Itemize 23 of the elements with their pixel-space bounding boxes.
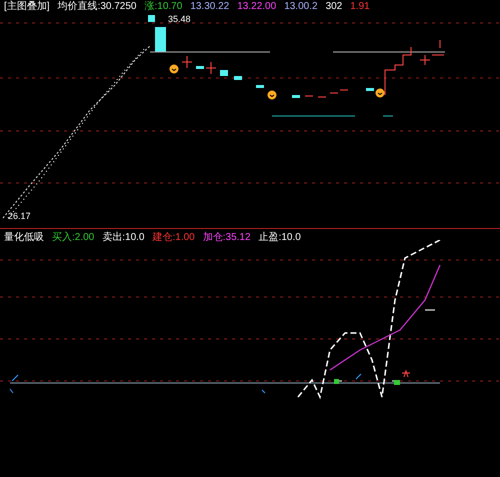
buy-marker: [334, 379, 339, 384]
legend-text: 止盈:10.0: [258, 231, 301, 245]
legend-text: 建仓:1.00: [152, 231, 195, 245]
legend-text: 13.22.00: [237, 0, 276, 14]
legend-text: 13.30.22: [190, 0, 230, 14]
legend-text: [主图叠加]: [4, 0, 50, 14]
sell-marker: [402, 369, 410, 378]
legend-text: 13.00.2: [284, 0, 318, 14]
legend-text: 302: [326, 0, 342, 14]
legend-text: 1.91: [350, 0, 370, 14]
signal-icon: [268, 90, 276, 100]
step-line: [384, 46, 412, 96]
legend-text: 卖出:10.0: [102, 231, 144, 245]
legend-text: 均价直线:30.7250: [58, 0, 136, 14]
legend-text: 涨:10.70: [144, 0, 182, 14]
legend-text: 量化低吸: [4, 231, 44, 245]
buy-marker: [394, 380, 400, 385]
legend-text: 加仓:35.12: [202, 231, 251, 245]
signal-icon: [376, 88, 384, 98]
legend-text: 买入:2.00: [52, 231, 94, 245]
signal-icon: [170, 64, 178, 74]
low-price-label: 26.17: [8, 210, 31, 223]
high-price-label: 35.48: [168, 13, 191, 26]
